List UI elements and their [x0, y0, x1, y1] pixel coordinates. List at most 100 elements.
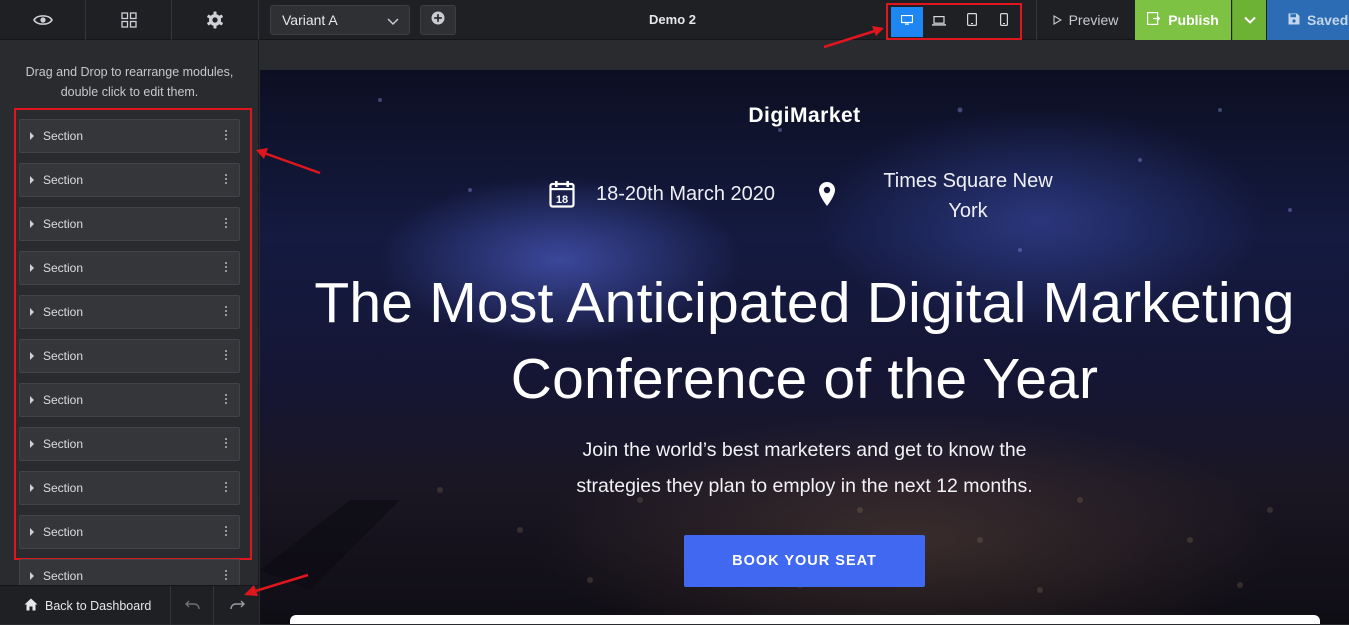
section-item[interactable]: Section	[19, 515, 240, 549]
mobile-icon	[999, 12, 1008, 31]
caret-right-icon	[30, 572, 34, 580]
calendar-day-number: 18	[556, 194, 568, 206]
publish-button[interactable]: Publish	[1135, 0, 1231, 40]
section-item[interactable]: Section	[19, 295, 240, 329]
brand-title: DigiMarket	[748, 104, 861, 127]
section-label: Section	[43, 217, 84, 231]
caret-right-icon	[30, 264, 34, 272]
event-location: Times Square New York	[868, 166, 1068, 226]
more-options-icon[interactable]	[225, 130, 228, 142]
hero-headline: The Most Anticipated Digital Marketing C…	[260, 265, 1349, 417]
laptop-icon	[932, 13, 947, 31]
more-options-icon[interactable]	[225, 262, 228, 274]
section-label: Section	[43, 261, 84, 275]
chevron-down-icon	[387, 14, 399, 30]
caret-right-icon	[30, 484, 34, 492]
caret-right-icon	[30, 528, 34, 536]
section-item[interactable]: Section	[19, 339, 240, 373]
section-label: Section	[43, 305, 84, 319]
canvas-top-strip	[260, 40, 1349, 70]
more-options-icon[interactable]	[225, 438, 228, 450]
back-to-dashboard-label: Back to Dashboard	[45, 598, 152, 613]
publish-options-button[interactable]	[1232, 0, 1266, 40]
event-location-line1: Times Square New	[883, 170, 1053, 192]
section-label: Section	[43, 173, 84, 187]
undo-button[interactable]	[172, 586, 214, 625]
device-switcher	[886, 3, 1022, 40]
mobile-view-button[interactable]	[988, 7, 1020, 37]
variant-select[interactable]: Variant A	[270, 5, 410, 35]
annotation-arrow-icon	[823, 26, 884, 49]
eye-icon[interactable]	[0, 0, 86, 40]
annotation-arrow-icon	[256, 148, 321, 175]
hero-headline-line2: Conference of the Year	[510, 347, 1099, 411]
gear-icon[interactable]	[172, 0, 259, 40]
section-item[interactable]: Section	[19, 251, 240, 285]
caret-right-icon	[30, 352, 34, 360]
preview-label: Preview	[1068, 12, 1119, 28]
section-item[interactable]: Section	[19, 471, 240, 505]
more-options-icon[interactable]	[225, 526, 228, 538]
section-label: Section	[43, 129, 84, 143]
content-card-top	[290, 615, 1320, 624]
caret-right-icon	[30, 220, 34, 228]
tablet-view-button[interactable]	[956, 7, 988, 37]
section-label: Section	[43, 393, 84, 407]
caret-right-icon	[30, 308, 34, 316]
caret-right-icon	[30, 440, 34, 448]
grid-icon[interactable]	[86, 0, 172, 40]
caret-right-icon	[30, 176, 34, 184]
section-item[interactable]: Section	[19, 207, 240, 241]
section-item[interactable]: Section	[19, 427, 240, 461]
section-item[interactable]: Section	[19, 383, 240, 417]
module-sidebar: Drag and Drop to rearrange modules, doub…	[0, 40, 259, 624]
more-options-icon[interactable]	[225, 306, 228, 318]
section-item[interactable]: Section	[19, 119, 240, 153]
more-options-icon[interactable]	[225, 482, 228, 494]
preview-button[interactable]: Preview	[1036, 0, 1134, 40]
variant-select-value: Variant A	[282, 12, 338, 28]
section-label: Section	[43, 525, 84, 539]
sidebar-hint-line1: Drag and Drop to rearrange modules,	[25, 65, 234, 79]
publish-icon	[1147, 12, 1161, 28]
top-toolbar: Variant A Demo 2 Preview Publish Saved	[0, 0, 1349, 40]
sidebar-footer: Back to Dashboard	[0, 585, 259, 625]
section-item[interactable]: Section	[19, 163, 240, 197]
more-options-icon[interactable]	[225, 394, 228, 406]
caret-right-icon	[30, 132, 34, 140]
hero-subtitle-line1: Join the world’s best marketers and get …	[582, 439, 1027, 461]
location-pin-icon	[818, 181, 836, 212]
more-options-icon[interactable]	[225, 218, 228, 230]
caret-right-icon	[30, 396, 34, 404]
desktop-view-button[interactable]	[891, 6, 924, 37]
tablet-icon	[966, 12, 977, 31]
laptop-view-button[interactable]	[923, 7, 955, 37]
home-icon	[24, 598, 38, 614]
back-to-dashboard-button[interactable]: Back to Dashboard	[0, 586, 171, 625]
book-your-seat-button[interactable]: BOOK YOUR SEAT	[684, 535, 925, 587]
section-label: Section	[43, 481, 84, 495]
more-options-icon[interactable]	[225, 570, 228, 582]
sidebar-hint: Drag and Drop to rearrange modules, doub…	[0, 62, 259, 102]
calendar-icon: 18	[549, 180, 575, 213]
document-title: Demo 2	[649, 12, 696, 27]
more-options-icon[interactable]	[225, 350, 228, 362]
hero-section[interactable]: DigiMarket 18 18-20th March 2020 Times S…	[260, 70, 1349, 624]
hero-subtitle: Join the world’s best marketers and get …	[260, 432, 1349, 504]
hero-headline-line1: The Most Anticipated Digital Marketing	[314, 271, 1295, 335]
save-icon	[1288, 12, 1300, 28]
event-date: 18-20th March 2020	[596, 183, 776, 205]
saved-status-button[interactable]: Saved	[1267, 0, 1349, 40]
more-options-icon[interactable]	[225, 174, 228, 186]
desktop-icon	[901, 13, 914, 31]
hero-subtitle-line2: strategies they plan to employ in the ne…	[576, 475, 1033, 497]
plus-circle-icon	[431, 11, 445, 30]
section-label: Section	[43, 437, 84, 451]
chevron-down-icon	[1243, 11, 1256, 29]
publish-label: Publish	[1168, 12, 1219, 28]
undo-icon	[185, 597, 200, 615]
event-location-line2: York	[948, 200, 988, 222]
section-label: Section	[43, 349, 84, 363]
add-variant-button[interactable]	[420, 5, 456, 35]
sidebar-hint-line2: double click to edit them.	[60, 85, 199, 99]
